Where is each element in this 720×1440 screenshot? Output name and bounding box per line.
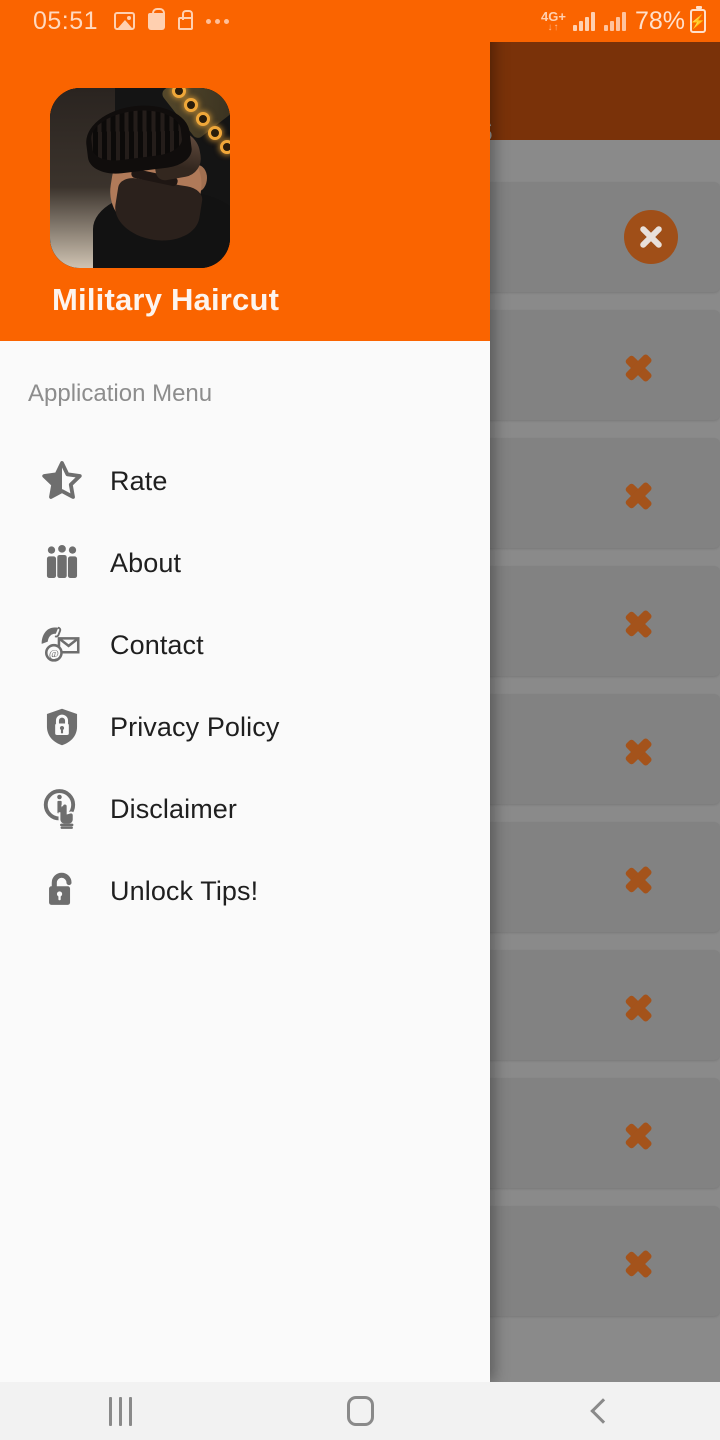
recents-icon (108, 1396, 132, 1426)
chevron-right-icon (620, 473, 660, 513)
app-title: Military Haircut (52, 282, 280, 317)
chevron-right-icon (620, 1241, 660, 1281)
recents-button[interactable] (0, 1382, 240, 1440)
back-chevron-icon (590, 1398, 616, 1424)
status-bar-right: 4G+ ↓↑ 78% ⚡ (490, 0, 720, 42)
menu-item-unlock-tips[interactable]: Unlock Tips! (0, 850, 490, 932)
drawer-header: Military Haircut (0, 0, 490, 341)
signal-strength-icon-sim1 (572, 11, 595, 31)
phone-envelope-at-icon: @ (36, 619, 88, 671)
shield-lock-icon (36, 701, 88, 753)
shopping-bag-icon (148, 7, 166, 30)
menu-item-privacy-policy[interactable]: Privacy Policy (0, 686, 490, 768)
info-hand-pointer-icon (36, 783, 88, 835)
battery-charging-icon: ⚡ (690, 6, 706, 33)
status-bar-notification-icons (114, 7, 230, 30)
menu-item-label: Disclaimer (110, 793, 238, 824)
svg-text:@: @ (49, 648, 59, 660)
app-logo-icon (50, 88, 230, 268)
close-circle-icon[interactable] (624, 210, 678, 264)
chevron-right-icon (620, 857, 660, 897)
chevron-right-icon (620, 345, 660, 385)
menu-item-about[interactable]: About (0, 522, 490, 604)
home-button[interactable] (240, 1382, 480, 1440)
system-navigation-bar (0, 1382, 720, 1440)
menu-item-label: Privacy Policy (110, 711, 280, 742)
signal-strength-icon-sim2 (603, 11, 626, 31)
menu-item-rate[interactable]: Rate (0, 440, 490, 522)
menu-section-title: Application Menu (28, 380, 213, 407)
lock-icon (178, 9, 194, 30)
drawer-menu-list: Rate About @ Contact Privacy Policy Disc… (0, 440, 490, 932)
menu-item-label: Contact (110, 629, 204, 660)
battery-percent-label: 78% (634, 6, 685, 35)
network-type-icon: 4G+ ↓↑ (541, 10, 566, 33)
people-group-icon (36, 537, 88, 589)
menu-item-label: Unlock Tips! (110, 875, 259, 906)
phone-screen: s (0, 0, 720, 1440)
status-bar-left: 05:51 (0, 0, 490, 42)
menu-item-contact[interactable]: @ Contact (0, 604, 490, 686)
menu-item-label: About (110, 547, 182, 578)
star-half-icon (36, 455, 88, 507)
menu-item-disclaimer[interactable]: Disclaimer (0, 768, 490, 850)
open-padlock-icon (36, 865, 88, 917)
network-arrows: ↓↑ (547, 21, 560, 33)
home-icon (346, 1396, 374, 1426)
network-type-label: 4G+ (541, 8, 566, 24)
navigation-drawer: Military Haircut Application Menu Rate A… (0, 0, 490, 1382)
chevron-right-icon (620, 1113, 660, 1153)
chevron-right-icon (620, 985, 660, 1025)
gallery-icon (114, 12, 136, 30)
chevron-right-icon (620, 601, 660, 641)
menu-item-label: Rate (110, 465, 168, 496)
more-dots-icon (206, 18, 230, 24)
status-bar-clock: 05:51 (33, 6, 99, 35)
back-button[interactable] (480, 1382, 720, 1440)
chevron-right-icon (620, 729, 660, 769)
